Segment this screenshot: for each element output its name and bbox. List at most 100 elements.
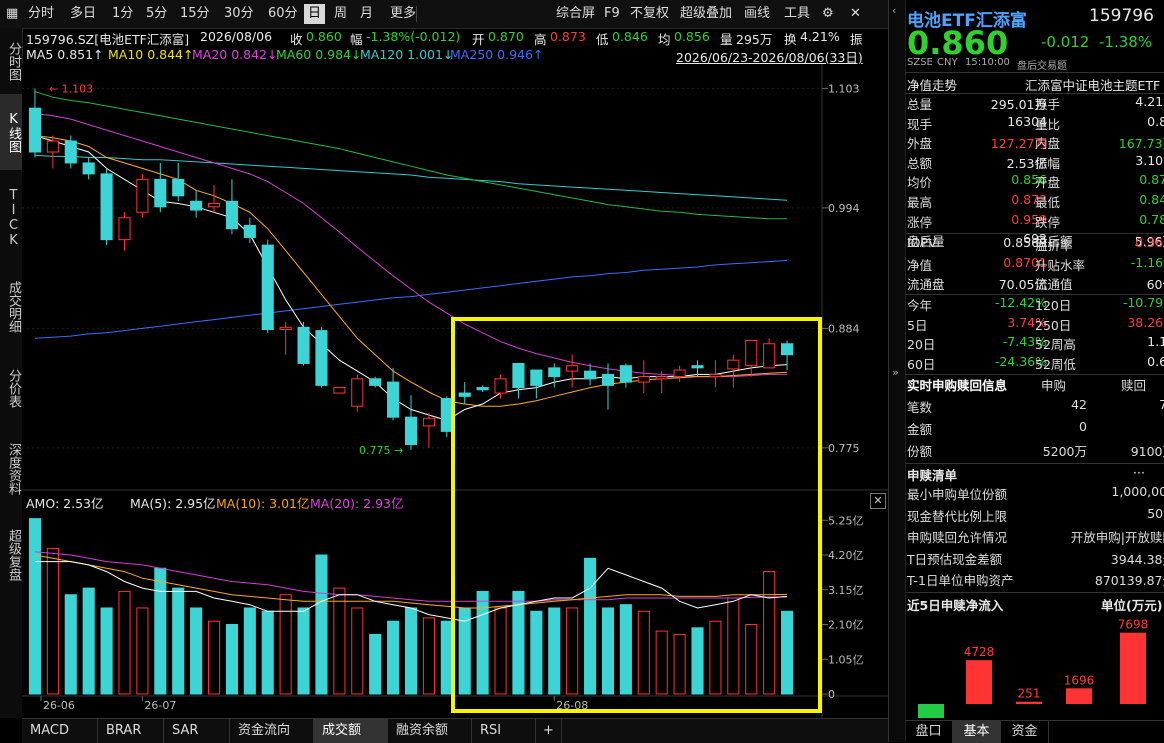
list-more-icon[interactable]: ··· (1133, 465, 1145, 480)
indicator-tab-2[interactable]: SAR (164, 719, 230, 743)
settings-gear-icon[interactable]: ⚙ (818, 4, 838, 24)
left-tab-0[interactable]: 分时图 (0, 30, 22, 92)
candle-body (530, 369, 543, 386)
candle-body (780, 343, 794, 356)
indicator-tab-0[interactable]: MACD (22, 719, 98, 743)
indicator-tab-5[interactable]: 融资余额 (388, 719, 472, 743)
amount-bar (243, 607, 256, 695)
candle-body (691, 365, 704, 369)
left-tab-2[interactable]: TICK (0, 178, 22, 258)
collapse-icon[interactable]: ‹ (892, 4, 896, 17)
indicator-tab-4[interactable]: 成交额 (314, 719, 388, 743)
info-close: 0.860 (306, 29, 342, 44)
net-inflow-chart: 4728 251 1696 7698 (918, 618, 1148, 718)
period-tab-10[interactable]: 更多 (386, 4, 420, 24)
sub-buy-value: 42 (1071, 397, 1087, 412)
tool-button-1[interactable]: F9 (600, 4, 624, 24)
indicator-tab-1[interactable]: BRAR (98, 719, 164, 743)
panel-tab-1[interactable]: 基本 (953, 721, 1001, 743)
period-tab-3[interactable]: 5分 (142, 4, 171, 24)
price-axis-label: 0.994 (828, 202, 860, 215)
fund-full-name: 汇添富中证电池主题ETF (1025, 78, 1161, 93)
tool-button-4[interactable]: 画线 (740, 4, 774, 24)
performance-table: 今年-12.42%120日-10.79%5日3.74%250日38.26%20日… (905, 295, 1164, 375)
tool-button-0[interactable]: 综合屏 (552, 4, 599, 24)
divider (905, 233, 1164, 234)
period-tab-5[interactable]: 30分 (220, 4, 258, 24)
panel-tabs: 盘口 基本 资金 (905, 720, 1164, 743)
candle-body (351, 378, 364, 407)
amount-bar (440, 620, 453, 695)
stat-row: 流通盘70.05亿流通值60亿 (905, 274, 1164, 293)
candle (315, 327, 328, 388)
info-chg: -1.38%(-0.012) (366, 29, 461, 44)
tool-button-2[interactable]: 不复权 (626, 4, 673, 24)
stat-row: 外盘127.27万内盘167.73万 (905, 133, 1164, 152)
panel-tab-0[interactable]: 盘口 (905, 721, 953, 743)
left-view-nav: 分时图 K线图 TICK 成交明细分价表深度资料超级复盘 (0, 28, 23, 718)
amount-bar (225, 624, 238, 695)
period-tab-0[interactable]: 分时 (24, 4, 58, 24)
grid-menu-icon[interactable]: ▦ (2, 4, 22, 24)
close-icon[interactable]: ✕ (846, 4, 865, 24)
indicator-tab-3[interactable]: 资金流向 (230, 719, 314, 743)
stat-label: IOPV (907, 235, 937, 250)
stat-value: 0.846 (1139, 192, 1164, 207)
amount-bar (82, 587, 95, 695)
fund-code: 159796 (1089, 6, 1154, 26)
list-value: 50% (1147, 505, 1164, 521)
amount-bar (351, 607, 364, 695)
candle (440, 396, 453, 437)
left-tab-1[interactable]: K线图 (0, 94, 22, 170)
stat-row: 60日-24.36%52周低0.60 (905, 354, 1164, 373)
left-tab-3[interactable]: 成交明细 (0, 266, 22, 348)
stat-value: 38.26% (1127, 314, 1164, 330)
expand-icon[interactable]: » (892, 366, 899, 379)
panel-collapse-strip[interactable]: ‹ » (889, 0, 906, 742)
period-tab-6[interactable]: 60分 (264, 4, 302, 24)
list-label: T-1日单位申购资产 (907, 573, 1014, 589)
tool-button-5[interactable]: 工具 (780, 4, 814, 24)
flow-bar (1016, 701, 1042, 704)
amount-bar (494, 607, 507, 695)
indicator-tab-6[interactable]: RSI (472, 719, 536, 743)
amount-bar (619, 604, 632, 695)
amount-bar (136, 607, 149, 695)
candle-body (82, 162, 95, 175)
indicator-tab-7[interactable]: + (536, 719, 562, 743)
period-tab-9[interactable]: 月 (356, 4, 377, 24)
tool-button-3[interactable]: 超级叠加 (676, 4, 736, 24)
candle-body (619, 365, 632, 383)
amount-bar (530, 610, 543, 695)
period-tab-2[interactable]: 1分 (108, 4, 137, 24)
stat-row: 涨停0.959跌停0.785 (905, 212, 1164, 231)
period-tab-7[interactable]: 日 (304, 4, 326, 24)
nav-trend-link[interactable]: 净值走势 (907, 75, 957, 94)
kline-chart[interactable]: 1.103 0.994 0.884 0.775 5.25亿 4.20亿 3.15亿 2.10… (22, 64, 888, 718)
currency: CNY (937, 57, 958, 68)
candle-body (387, 381, 400, 418)
period-tab-8[interactable]: 周 (330, 4, 351, 24)
period-tab-1[interactable]: 多日 (66, 4, 100, 24)
list-row: T日预估现金差额 3944.38元 (905, 549, 1164, 568)
period-tab-4[interactable]: 15分 (176, 4, 214, 24)
candle-body (28, 107, 42, 153)
left-tab-4[interactable]: 分价表 (0, 352, 22, 424)
amo-legend-line: AMO: 2.53亿 MA(5): 2.95亿 MA(10): 3.01亿 MA… (26, 492, 876, 511)
stat-label: 250日 (1035, 317, 1072, 333)
amount-bar (28, 518, 42, 695)
close-indicator-icon[interactable]: ✕ (870, 493, 886, 509)
candle (261, 239, 274, 333)
panel-tab-2[interactable]: 资金 (1001, 721, 1049, 743)
amount-axis-label: 4.20亿 (828, 549, 864, 562)
quote-info-line: 159796.SZ[电池ETF汇添富] 2026/08/06 收 0.860 幅… (26, 28, 888, 47)
amount-bar (709, 620, 722, 695)
candle-body (297, 326, 310, 364)
ma250-legend: MA250 0.946↑ (450, 47, 544, 62)
candle-body (207, 202, 221, 208)
list-label: 现金替代比例上限 (907, 508, 1008, 524)
candle-body (190, 200, 203, 211)
amount-bar (476, 590, 489, 695)
left-tab-5[interactable]: 深度资料 (0, 430, 22, 508)
left-tab-6[interactable]: 超级复盘 (0, 512, 22, 598)
